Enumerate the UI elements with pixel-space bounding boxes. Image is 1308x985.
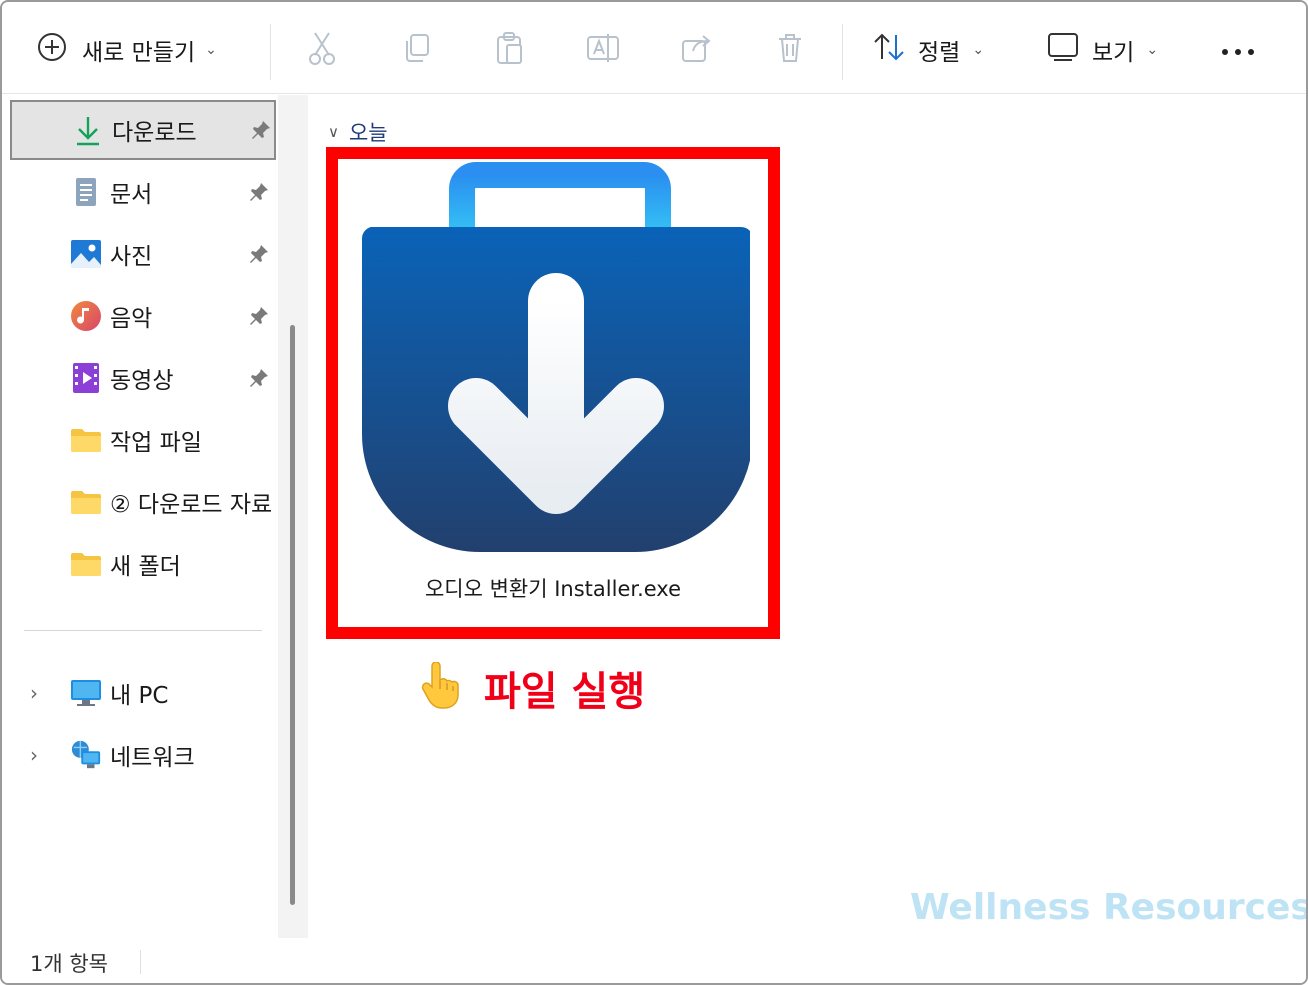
share-button[interactable] bbox=[677, 30, 717, 70]
view-button-label: 보기 bbox=[1092, 40, 1135, 66]
installer-bag-icon bbox=[356, 161, 753, 565]
callout-text: 파일 실행 bbox=[484, 669, 646, 715]
share-icon bbox=[681, 33, 713, 67]
toolbar-divider bbox=[270, 24, 271, 80]
sidebar-item-label: 다운로드 bbox=[112, 120, 197, 146]
sidebar-item-label: ② 다운로드 자료 bbox=[110, 492, 273, 518]
toolbar-divider bbox=[842, 24, 843, 80]
view-button[interactable]: 보기 ⌄ bbox=[1046, 30, 1158, 70]
pc-icon bbox=[70, 677, 102, 709]
chevron-down-icon: ⌄ bbox=[205, 42, 217, 58]
sidebar-item-videos[interactable]: 동영상 bbox=[10, 348, 276, 408]
group-header-today[interactable]: ∨ 오늘 bbox=[328, 117, 388, 147]
sidebar-item-label: 문서 bbox=[110, 182, 153, 208]
delete-button[interactable] bbox=[770, 30, 810, 70]
sort-button[interactable]: 정렬 ⌄ bbox=[872, 30, 984, 70]
chevron-right-icon[interactable]: › bbox=[30, 743, 38, 767]
sidebar-item-label: 작업 파일 bbox=[110, 430, 202, 456]
sidebar-item-label: 내 PC bbox=[110, 683, 169, 709]
file-item-installer[interactable]: 오디오 변환기 Installer.exe bbox=[326, 147, 780, 639]
sidebar-item-download-materials[interactable]: ② 다운로드 자료 bbox=[10, 472, 276, 532]
sidebar-item-work-files[interactable]: 작업 파일 bbox=[10, 410, 276, 470]
copy-button[interactable] bbox=[396, 30, 436, 70]
network-icon bbox=[70, 739, 102, 771]
sidebar-scrollbar-thumb[interactable] bbox=[290, 325, 295, 905]
sidebar-item-documents[interactable]: 문서 bbox=[10, 162, 276, 222]
paste-button[interactable] bbox=[490, 30, 530, 70]
watermark-text: Wellness Resources bbox=[910, 887, 1308, 928]
sidebar-item-label: 음악 bbox=[110, 306, 153, 332]
chevron-down-icon: ⌄ bbox=[972, 42, 985, 58]
pin-icon[interactable] bbox=[248, 181, 270, 203]
new-button-label: 새로 만들기 bbox=[82, 40, 196, 66]
sidebar-item-this-pc[interactable]: › 내 PC bbox=[10, 663, 276, 723]
ellipsis-icon bbox=[1220, 41, 1256, 60]
more-options-button[interactable] bbox=[1218, 30, 1258, 70]
rename-icon bbox=[586, 32, 620, 68]
sidebar-item-network[interactable]: › 네트워크 bbox=[10, 725, 276, 785]
sidebar-item-pictures[interactable]: 사진 bbox=[10, 224, 276, 284]
item-count: 1개 항목 bbox=[30, 952, 108, 976]
music-icon bbox=[70, 300, 102, 332]
pointing-hand-icon bbox=[420, 661, 464, 714]
document-icon bbox=[70, 176, 102, 208]
view-icon bbox=[1046, 31, 1080, 69]
sidebar-item-label: 동영상 bbox=[110, 368, 174, 394]
pin-icon[interactable] bbox=[248, 243, 270, 265]
sort-button-label: 정렬 bbox=[918, 40, 961, 66]
scissors-icon bbox=[307, 31, 337, 69]
pin-icon[interactable] bbox=[250, 119, 272, 141]
sidebar-divider bbox=[24, 630, 262, 631]
pin-icon[interactable] bbox=[248, 367, 270, 389]
file-explorer-window: 새로 만들기 ⌄ 정렬 ⌄ 보기 ⌄ 다운로드 문서 사진 음악 동영상 작업 … bbox=[0, 0, 1308, 985]
new-button[interactable]: 새로 만들기 ⌄ bbox=[36, 30, 217, 70]
file-name-label: 오디오 변환기 Installer.exe bbox=[424, 577, 682, 601]
sort-arrows-icon bbox=[872, 32, 906, 68]
sidebar-item-new-folder[interactable]: 새 폴더 bbox=[10, 534, 276, 594]
clipboard-icon bbox=[495, 31, 525, 69]
navigation-pane: 다운로드 문서 사진 음악 동영상 작업 파일 ② 다운로드 자료 새 폴더 ›… bbox=[2, 95, 308, 938]
cut-button[interactable] bbox=[302, 30, 342, 70]
sidebar-item-music[interactable]: 음악 bbox=[10, 286, 276, 346]
chevron-down-icon: ∨ bbox=[328, 123, 339, 141]
video-icon bbox=[70, 362, 102, 394]
file-list-area: ∨ 오늘 오디오 변환기 Installer.exe 파일 실행 Wellnes… bbox=[308, 95, 1306, 938]
sidebar-item-label: 새 폴더 bbox=[110, 554, 181, 580]
instruction-callout: 파일 실행 bbox=[420, 659, 645, 717]
pictures-icon bbox=[70, 238, 102, 270]
sidebar-item-downloads[interactable]: 다운로드 bbox=[10, 100, 276, 160]
chevron-right-icon[interactable]: › bbox=[30, 681, 38, 705]
group-header-label: 오늘 bbox=[348, 121, 388, 145]
chevron-down-icon: ⌄ bbox=[1146, 42, 1159, 58]
plus-circle-icon bbox=[36, 31, 68, 69]
copy-icon bbox=[401, 32, 431, 68]
pin-icon[interactable] bbox=[248, 305, 270, 327]
trash-icon bbox=[776, 32, 804, 68]
download-icon bbox=[72, 114, 104, 146]
command-bar: 새로 만들기 ⌄ 정렬 ⌄ 보기 ⌄ bbox=[2, 2, 1306, 94]
folder-icon bbox=[70, 424, 102, 456]
status-bar: 1개 항목 bbox=[2, 938, 1306, 983]
status-divider bbox=[140, 950, 141, 974]
folder-icon bbox=[70, 486, 102, 518]
rename-button[interactable] bbox=[583, 30, 623, 70]
sidebar-item-label: 네트워크 bbox=[110, 745, 195, 771]
sidebar-item-label: 사진 bbox=[110, 244, 153, 270]
folder-icon bbox=[70, 548, 102, 580]
